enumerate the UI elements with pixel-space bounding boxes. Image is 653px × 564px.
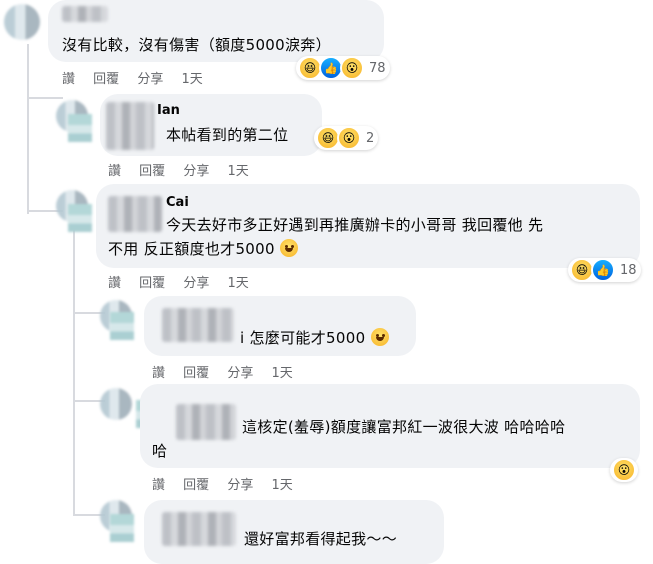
comment-actions: 讚 回覆 分享 1天	[108, 272, 263, 291]
comment-text: i 怎麼可能才5000	[240, 327, 389, 349]
reply-button[interactable]: 回覆	[183, 478, 209, 493]
reaction-count: 2	[366, 130, 375, 146]
reaction-count: 18	[620, 262, 637, 278]
timestamp: 1天	[271, 478, 293, 493]
wow-icon: 😮	[612, 458, 636, 482]
avatar-blur	[68, 204, 92, 232]
author-name-blurred	[176, 404, 236, 440]
avatar-blur	[68, 114, 92, 142]
share-button[interactable]: 分享	[227, 366, 253, 381]
avatar-blur	[110, 514, 134, 542]
reaction-summary[interactable]: 😮	[610, 458, 638, 482]
author-name-blurred	[106, 102, 154, 150]
avatar-blur	[110, 312, 134, 340]
comment-actions: 讚 回覆 分享 1天	[108, 160, 263, 179]
comment-text: 還好富邦看得起我～～	[244, 530, 398, 548]
thread-line	[27, 97, 63, 99]
avatar[interactable]	[4, 4, 40, 40]
like-button[interactable]: 讚	[62, 72, 75, 87]
laughing-emoji-icon	[370, 328, 389, 346]
comment-text: 沒有比較，沒有傷害（額度5000淚奔）	[62, 36, 331, 54]
wow-icon: 😮	[337, 126, 361, 150]
like-button[interactable]: 讚	[152, 478, 165, 493]
reaction-summary[interactable]: 😆 👍 😮 78	[296, 56, 390, 80]
reply-button[interactable]: 回覆	[93, 72, 119, 87]
comment-author[interactable]: Ian	[157, 103, 180, 118]
comment-actions: 讚 回覆 分享 1天	[152, 362, 307, 381]
like-button[interactable]: 讚	[108, 276, 121, 291]
comment-actions: 讚 回覆 分享 1天	[62, 68, 217, 87]
reply-button[interactable]: 回覆	[139, 164, 165, 179]
like-button[interactable]: 讚	[108, 164, 121, 179]
laughing-emoji-icon	[279, 239, 298, 257]
comment-text-line1: 今天去好市多正好遇到再推廣辦卡的小哥哥 我回覆他 先	[166, 216, 544, 234]
comment-text: 本帖看到的第二位	[166, 126, 289, 144]
comment-actions: 讚 回覆 分享 1天	[152, 474, 307, 493]
author-name-blurred	[108, 196, 162, 232]
thread-line	[27, 44, 29, 214]
reaction-count: 78	[369, 60, 386, 76]
timestamp: 1天	[227, 164, 249, 179]
author-name-blurred	[162, 308, 234, 342]
reaction-summary[interactable]: 😆 😮 2	[314, 126, 379, 150]
comment-author[interactable]: Cai	[166, 195, 189, 210]
timestamp: 1天	[271, 366, 293, 381]
share-button[interactable]: 分享	[183, 276, 209, 291]
wow-icon: 😮	[340, 56, 364, 80]
comment-text-line2: 哈	[152, 442, 168, 460]
timestamp: 1天	[227, 276, 249, 291]
reply-button[interactable]: 回覆	[183, 366, 209, 381]
like-icon: 👍	[591, 258, 615, 282]
reply-button[interactable]: 回覆	[139, 276, 165, 291]
comment-text-content: i 怎麼可能才5000	[240, 329, 366, 347]
like-button[interactable]: 讚	[152, 366, 165, 381]
share-button[interactable]: 分享	[183, 164, 209, 179]
comment-text-line2: 不用 反正額度也才5000	[108, 238, 298, 260]
share-button[interactable]: 分享	[227, 478, 253, 493]
author-name-blurred	[62, 6, 108, 22]
reaction-summary[interactable]: 😆 👍 18	[568, 258, 641, 282]
comment-text-line1: 這核定(羞辱)額度讓富邦紅一波很大波 哈哈哈哈	[242, 418, 566, 436]
avatar[interactable]	[100, 388, 132, 420]
author-name-blurred	[162, 512, 236, 546]
comment-text-line2-text: 不用 反正額度也才5000	[108, 240, 275, 258]
share-button[interactable]: 分享	[137, 72, 163, 87]
timestamp: 1天	[181, 72, 203, 87]
thread-line	[73, 226, 75, 516]
